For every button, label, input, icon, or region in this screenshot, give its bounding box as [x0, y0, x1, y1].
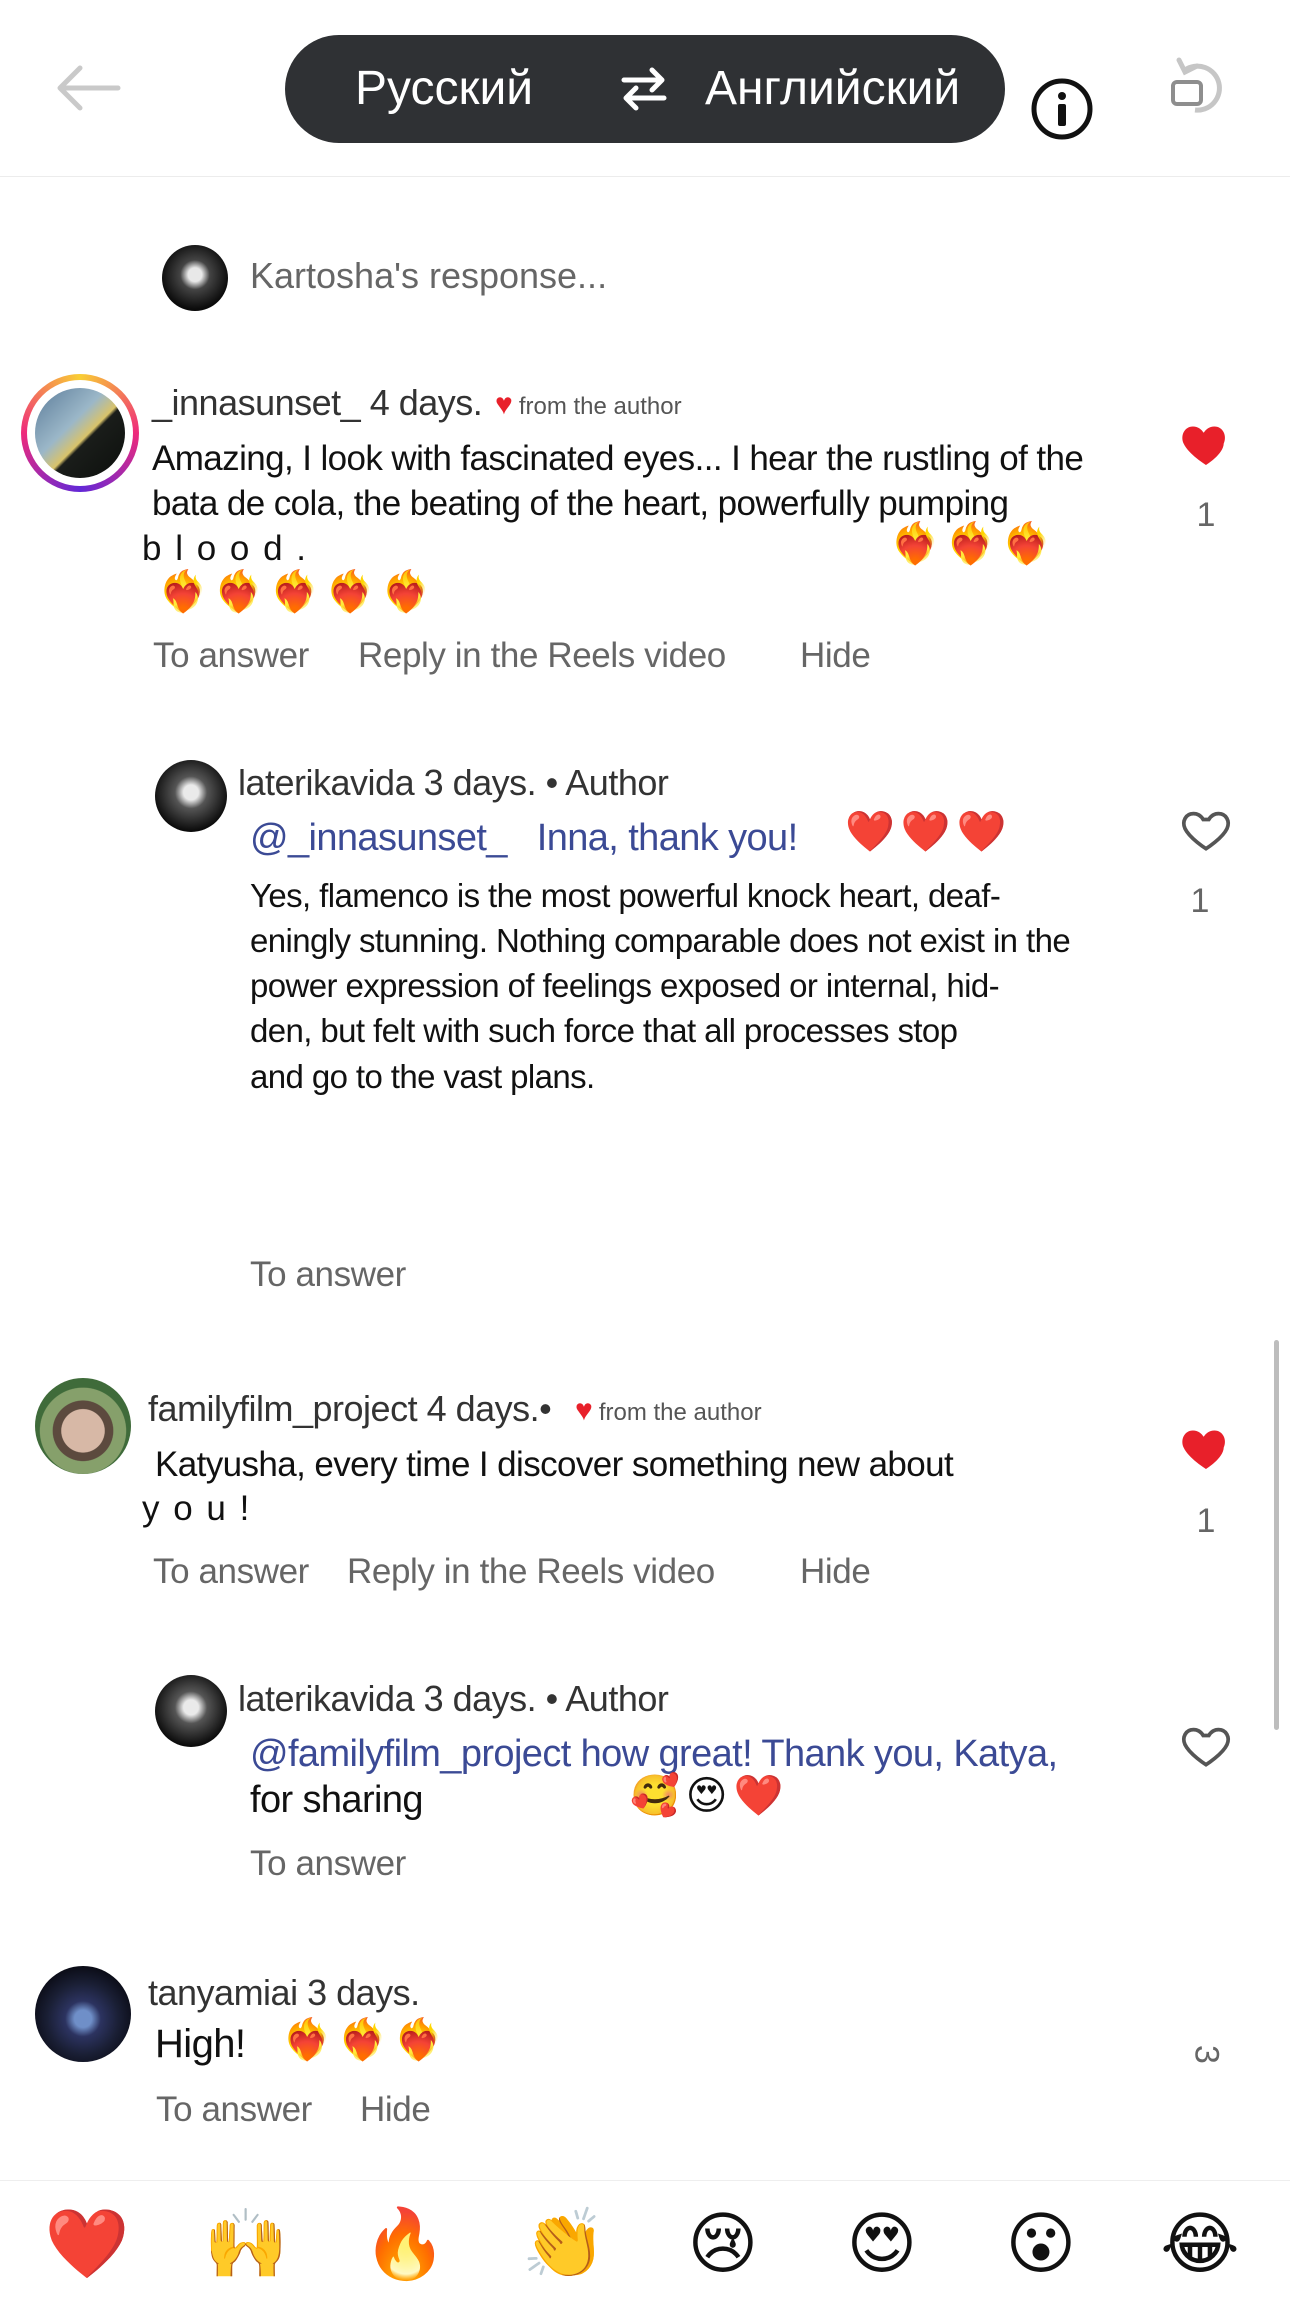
emoji-inline: ❤️‍🔥❤️‍🔥❤️‍🔥 [890, 522, 1058, 566]
target-language[interactable]: Английский [705, 35, 960, 143]
comment-text-line: b l o o d . [142, 529, 308, 568]
reaction-heart-eyes[interactable]: 😍 [832, 2181, 932, 2307]
comment-header: laterikavida 3 days. • Author [238, 1678, 669, 1720]
comment-text-line: Yes, flamenco is the most powerful knock… [250, 877, 1001, 914]
comment-text-line: power expression of feelings exposed or … [250, 967, 1000, 1004]
comment-text-line: Amazing, I look with fascinated eyes... … [152, 439, 1084, 478]
username[interactable]: _innasunset_ [152, 382, 361, 423]
emoji-inline: 🥰😍❤️ [630, 1774, 790, 1818]
reply-in-reels-button[interactable]: Reply in the Reels video [347, 1552, 715, 1592]
comment-text-line: eningly stunning. Nothing comparable doe… [250, 922, 1071, 959]
username[interactable]: familyfilm_project [148, 1388, 418, 1429]
emoji-inline: ❤️❤️❤️ [845, 810, 1013, 854]
avatar[interactable] [155, 760, 227, 832]
comment-text-line: High! [155, 2022, 246, 2066]
mention-link[interactable]: @familyfilm_project how great! Thank you… [250, 1732, 1058, 1777]
comment-text-line: for sharing [250, 1779, 424, 1821]
username[interactable]: laterikavida [238, 762, 415, 803]
quick-reaction-bar: ❤️ 🙌 🔥 👏 😢 😍 😮 😂 [0, 2180, 1290, 2307]
like-count: 1 [1190, 882, 1210, 920]
like-count: 1 [1196, 496, 1216, 534]
reaction-heart[interactable]: ❤️ [37, 2181, 137, 2307]
author-badge-label: from the author [518, 393, 682, 420]
reaction-clap[interactable]: 👏 [514, 2181, 614, 2307]
to-answer-button[interactable]: To answer [156, 2090, 312, 2130]
emoji-inline: ❤️‍🔥❤️‍🔥❤️‍🔥 [282, 2018, 450, 2062]
source-language[interactable]: Русский [355, 35, 533, 143]
avatar [35, 388, 125, 478]
comment-time: 3 days. • Author [423, 1678, 669, 1719]
comment-text-line: den, but felt with such force that all p… [250, 1012, 958, 1049]
hide-button[interactable]: Hide [360, 2090, 431, 2130]
scrollbar[interactable] [1274, 1340, 1279, 1730]
rotate-icon[interactable] [1165, 48, 1235, 118]
author-like-badge: ♥ from the author [495, 388, 682, 422]
hide-button[interactable]: Hide [800, 1552, 871, 1592]
swap-arrows-icon[interactable] [618, 63, 670, 115]
avatar[interactable] [35, 1378, 131, 1474]
comment-text-line: and go to the vast plans. [250, 1058, 595, 1095]
comment-header: tanyamiai 3 days. [148, 1972, 420, 2014]
info-icon[interactable] [1030, 77, 1094, 141]
comment-time: 3 days. • Author [423, 762, 669, 803]
translator-header: Русский Английский [0, 0, 1290, 177]
comment-time: 3 days. [307, 1972, 420, 2013]
heart-filled-icon[interactable] [1178, 1420, 1234, 1476]
current-user-avatar [162, 245, 228, 311]
comment-text-line: bata de cola, the beating of the heart, … [152, 484, 1009, 523]
to-answer-button[interactable]: To answer [153, 1552, 309, 1592]
back-arrow-icon[interactable] [48, 58, 128, 118]
username[interactable]: laterikavida [238, 1678, 415, 1719]
avatar[interactable] [155, 1675, 227, 1747]
comment-time: 4 days.• [426, 1388, 552, 1429]
comment-text-line: Katyusha, every time I discover somethin… [155, 1445, 954, 1484]
heart-icon: ♥ [575, 1394, 593, 1427]
author-badge-label: from the author [598, 1399, 762, 1426]
heart-icon: ♥ [495, 388, 513, 421]
language-selector: Русский Английский [285, 35, 1005, 143]
heart-outline-icon[interactable] [1178, 1718, 1234, 1774]
like-count: 3 [1187, 2045, 1226, 2064]
reaction-fire[interactable]: 🔥 [355, 2181, 455, 2307]
to-answer-button[interactable]: To answer [250, 1255, 406, 1295]
username[interactable]: tanyamiai [148, 1972, 298, 2013]
heart-filled-icon[interactable] [1178, 416, 1234, 472]
response-input[interactable]: Kartosha's response... [250, 255, 607, 297]
reaction-laughing[interactable]: 😂 [1150, 2181, 1250, 2307]
reaction-crying[interactable]: 😢 [673, 2181, 773, 2307]
story-ring-avatar[interactable] [21, 374, 139, 492]
to-answer-button[interactable]: To answer [153, 636, 309, 676]
heart-outline-icon[interactable] [1178, 802, 1234, 858]
author-like-badge: ♥ from the author [575, 1394, 762, 1428]
hide-button[interactable]: Hide [800, 636, 871, 676]
mention-link[interactable]: @_innasunset_ [250, 817, 507, 859]
comment-time: 4 days. [369, 382, 483, 423]
reaction-raised-hands[interactable]: 🙌 [196, 2181, 296, 2307]
comment-text-line: y o u ! [142, 1489, 252, 1528]
avatar[interactable] [35, 1966, 131, 2062]
comment-header: _innasunset_ 4 days. [152, 382, 483, 424]
reply-headline: @_innasunset_ Inna, thank you! [250, 816, 798, 861]
headline-text: Inna, thank you! [536, 817, 798, 859]
reply-in-reels-button[interactable]: Reply in the Reels video [358, 636, 726, 676]
to-answer-button[interactable]: To answer [250, 1844, 406, 1884]
comment-header: familyfilm_project 4 days.• [148, 1388, 552, 1430]
like-count: 1 [1196, 1502, 1216, 1540]
reaction-surprised[interactable]: 😮 [991, 2181, 1091, 2307]
emoji-line: ❤️‍🔥❤️‍🔥❤️‍🔥❤️‍🔥❤️‍🔥 [158, 570, 438, 614]
comment-header: laterikavida 3 days. • Author [238, 762, 669, 804]
